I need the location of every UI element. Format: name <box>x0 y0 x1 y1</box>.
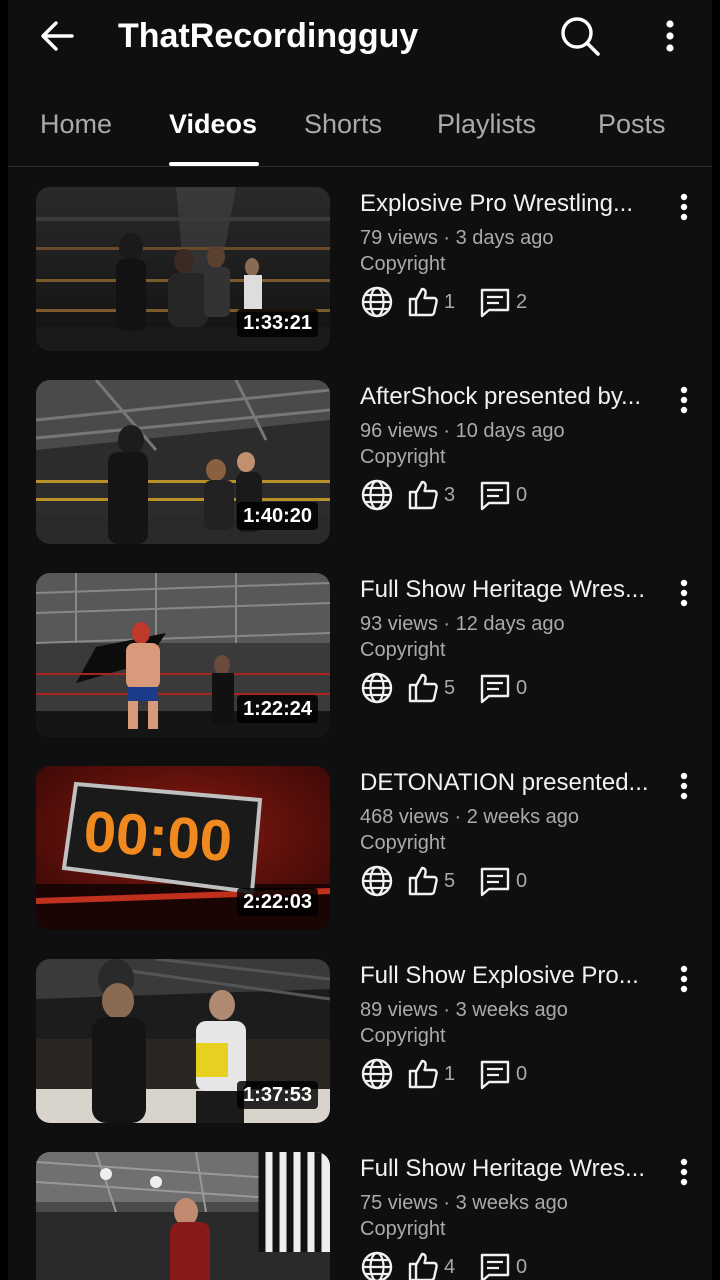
comment-count: 0 <box>516 484 528 506</box>
video-title[interactable]: AfterShock presented by... <box>360 382 660 412</box>
upload-age: 3 weeks ago <box>455 999 568 1021</box>
license-label: Copyright <box>360 1025 446 1047</box>
duration-badge: 2:22:03 <box>237 888 318 916</box>
active-tab-indicator <box>169 162 259 166</box>
comment-count: 0 <box>516 1256 528 1278</box>
video-meta: 75 views · 3 weeks ago <box>360 1192 568 1214</box>
video-thumbnail[interactable] <box>36 1152 330 1280</box>
video-meta: 93 views · 12 days ago <box>360 613 565 635</box>
comment-count: 0 <box>516 677 528 699</box>
like-count: 5 <box>444 870 456 892</box>
countdown-screen-text: 00:00 <box>82 799 235 874</box>
video-stats: 5 0 <box>360 864 560 898</box>
back-arrow-icon[interactable] <box>36 14 80 58</box>
more-options-icon[interactable] <box>652 12 688 60</box>
view-count: 93 views <box>360 613 438 635</box>
video-stats: 4 0 <box>360 1250 560 1280</box>
license-label: Copyright <box>360 1218 446 1240</box>
upload-age: 10 days ago <box>455 420 565 442</box>
like-count: 4 <box>444 1256 456 1278</box>
tab-home[interactable]: Home <box>40 106 112 142</box>
video-stats: 3 0 <box>360 478 560 512</box>
upload-age: 2 weeks ago <box>466 806 580 828</box>
video-more-icon[interactable] <box>668 382 700 418</box>
video-item[interactable]: 1:22:24 Full Show Heritage Wres... 93 vi… <box>8 573 712 743</box>
video-more-icon[interactable] <box>668 575 700 611</box>
upload-age: 12 days ago <box>455 613 565 635</box>
duration-badge: 1:37:53 <box>237 1081 318 1109</box>
upload-age: 3 weeks ago <box>455 1192 568 1214</box>
video-title[interactable]: Full Show Explosive Pro... <box>360 961 660 991</box>
video-title[interactable]: Full Show Heritage Wres... <box>360 575 660 605</box>
video-more-icon[interactable] <box>668 1154 700 1190</box>
video-thumbnail[interactable]: 1:33:21 <box>36 187 330 351</box>
tab-videos[interactable]: Videos <box>169 106 257 142</box>
video-more-icon[interactable] <box>668 768 700 804</box>
video-stats: 5 0 <box>360 671 560 705</box>
tab-posts[interactable]: Posts <box>598 106 666 142</box>
view-count: 75 views <box>360 1192 438 1214</box>
search-icon[interactable] <box>556 12 604 60</box>
video-more-icon[interactable] <box>668 961 700 997</box>
video-stats: 1 0 <box>360 1057 560 1091</box>
video-item[interactable]: 00:00 2:22:03 DETONATION presented... 46… <box>8 766 712 936</box>
comment-count: 2 <box>516 291 528 313</box>
like-count: 3 <box>444 484 456 506</box>
video-title[interactable]: Explosive Pro Wrestling... <box>360 189 660 219</box>
tab-shorts[interactable]: Shorts <box>304 106 382 142</box>
like-count: 5 <box>444 677 456 699</box>
video-more-icon[interactable] <box>668 189 700 225</box>
video-title[interactable]: DETONATION presented... <box>360 768 660 798</box>
video-title[interactable]: Full Show Heritage Wres... <box>360 1154 660 1184</box>
view-count: 89 views <box>360 999 438 1021</box>
duration-badge: 1:40:20 <box>237 502 318 530</box>
video-thumbnail[interactable]: 1:37:53 <box>36 959 330 1123</box>
video-meta: 96 views · 10 days ago <box>360 420 565 442</box>
license-label: Copyright <box>360 832 446 854</box>
duration-badge: 1:22:24 <box>237 695 318 723</box>
upload-age: 3 days ago <box>455 227 554 249</box>
license-label: Copyright <box>360 446 446 468</box>
video-thumbnail[interactable]: 1:22:24 <box>36 573 330 737</box>
video-meta: 79 views · 3 days ago <box>360 227 554 249</box>
tab-playlists[interactable]: Playlists <box>437 106 536 142</box>
video-thumbnail[interactable]: 1:40:20 <box>36 380 330 544</box>
video-meta: 468 views · 2 weeks ago <box>360 806 580 828</box>
view-count: 96 views <box>360 420 438 442</box>
video-item[interactable]: 1:40:20 AfterShock presented by... 96 vi… <box>8 380 712 550</box>
channel-tabs: Home Videos Shorts Playlists Posts <box>8 92 712 167</box>
video-meta: 89 views · 3 weeks ago <box>360 999 568 1021</box>
view-count: 468 views <box>360 806 449 828</box>
app-frame: ThatRecordingguy Home Videos Shorts Play… <box>8 0 712 1280</box>
comment-count: 0 <box>516 1063 528 1085</box>
comment-count: 0 <box>516 870 528 892</box>
video-item[interactable]: 1:33:21 Explosive Pro Wrestling... 79 vi… <box>8 187 712 357</box>
license-label: Copyright <box>360 253 446 275</box>
video-item[interactable]: 1:37:53 Full Show Explosive Pro... 89 vi… <box>8 959 712 1129</box>
video-stats: 1 2 <box>360 285 560 319</box>
view-count: 79 views <box>360 227 438 249</box>
video-item[interactable]: Full Show Heritage Wres... 75 views · 3 … <box>8 1152 712 1280</box>
video-thumbnail[interactable]: 00:00 2:22:03 <box>36 766 330 930</box>
license-label: Copyright <box>360 639 446 661</box>
duration-badge: 1:33:21 <box>237 309 318 337</box>
top-app-bar: ThatRecordingguy <box>8 0 712 72</box>
like-count: 1 <box>444 1063 456 1085</box>
like-count: 1 <box>444 291 456 313</box>
channel-title: ThatRecordingguy <box>118 17 419 55</box>
